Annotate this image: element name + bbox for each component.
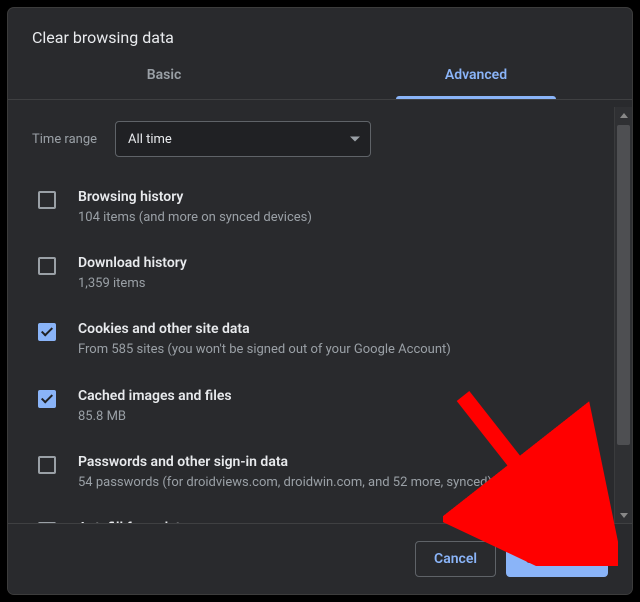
time-range-label: Time range [32,132,97,147]
tab-advanced[interactable]: Advanced [320,51,632,99]
item-title: Passwords and other sign-in data [78,454,606,470]
clear-data-button[interactable]: Clear data [506,541,608,577]
item-subtitle: 54 passwords (for droidviews.com, droidw… [78,474,606,492]
item-title: Browsing history [78,189,606,205]
dialog-footer: Cancel Clear data [8,523,632,594]
scroll-thumb[interactable] [617,125,630,445]
list-item: Passwords and other sign-in data 54 pass… [32,444,606,510]
list-item: Autofill form data [32,510,606,524]
dialog-title: Clear browsing data [8,8,632,51]
clear-browsing-data-dialog: Clear browsing data Basic Advanced Time … [8,8,632,594]
list-item-texts: Download history 1,359 items [78,255,606,293]
tabs: Basic Advanced [8,51,632,100]
item-title: Download history [78,255,606,271]
list-item: Cookies and other site data From 585 sit… [32,311,606,377]
tab-basic-label: Basic [147,67,182,83]
item-subtitle: From 585 sites (you won't be signed out … [78,341,606,359]
triangle-down-icon [620,513,628,518]
checkbox-browsing-history[interactable] [38,191,56,209]
list-item: Browsing history 104 items (and more on … [32,179,606,245]
cancel-button-label: Cancel [434,551,477,567]
checkbox-cached[interactable] [38,390,56,408]
list-item: Download history 1,359 items [32,245,606,311]
list-item-texts: Cached images and files 85.8 MB [78,388,606,426]
scrollbar[interactable] [614,107,632,524]
tab-basic[interactable]: Basic [8,51,320,99]
list-item-texts: Browsing history 104 items (and more on … [78,189,606,227]
checkbox-download-history[interactable] [38,257,56,275]
time-range-value: All time [128,132,172,147]
time-range-select[interactable]: All time [115,121,371,157]
item-title: Cached images and files [78,388,606,404]
dialog-body: Time range All time Browsing history 104… [8,107,614,524]
checkbox-cookies[interactable] [38,323,56,341]
chevron-down-icon [350,137,360,142]
item-subtitle: 104 items (and more on synced devices) [78,209,606,227]
scroll-up-button[interactable] [615,107,632,124]
item-title: Cookies and other site data [78,321,606,337]
scroll-down-button[interactable] [615,507,632,524]
item-subtitle: 85.8 MB [78,408,606,426]
time-range-row: Time range All time [32,121,606,157]
item-subtitle: 1,359 items [78,275,606,293]
clear-data-button-label: Clear data [525,551,589,567]
checkbox-passwords[interactable] [38,456,56,474]
list-item-texts: Passwords and other sign-in data 54 pass… [78,454,606,492]
data-type-list: Browsing history 104 items (and more on … [32,179,606,524]
cancel-button[interactable]: Cancel [415,541,496,577]
tab-advanced-label: Advanced [445,67,507,83]
list-item: Cached images and files 85.8 MB [32,378,606,444]
triangle-up-icon [620,113,628,118]
list-item-texts: Cookies and other site data From 585 sit… [78,321,606,359]
